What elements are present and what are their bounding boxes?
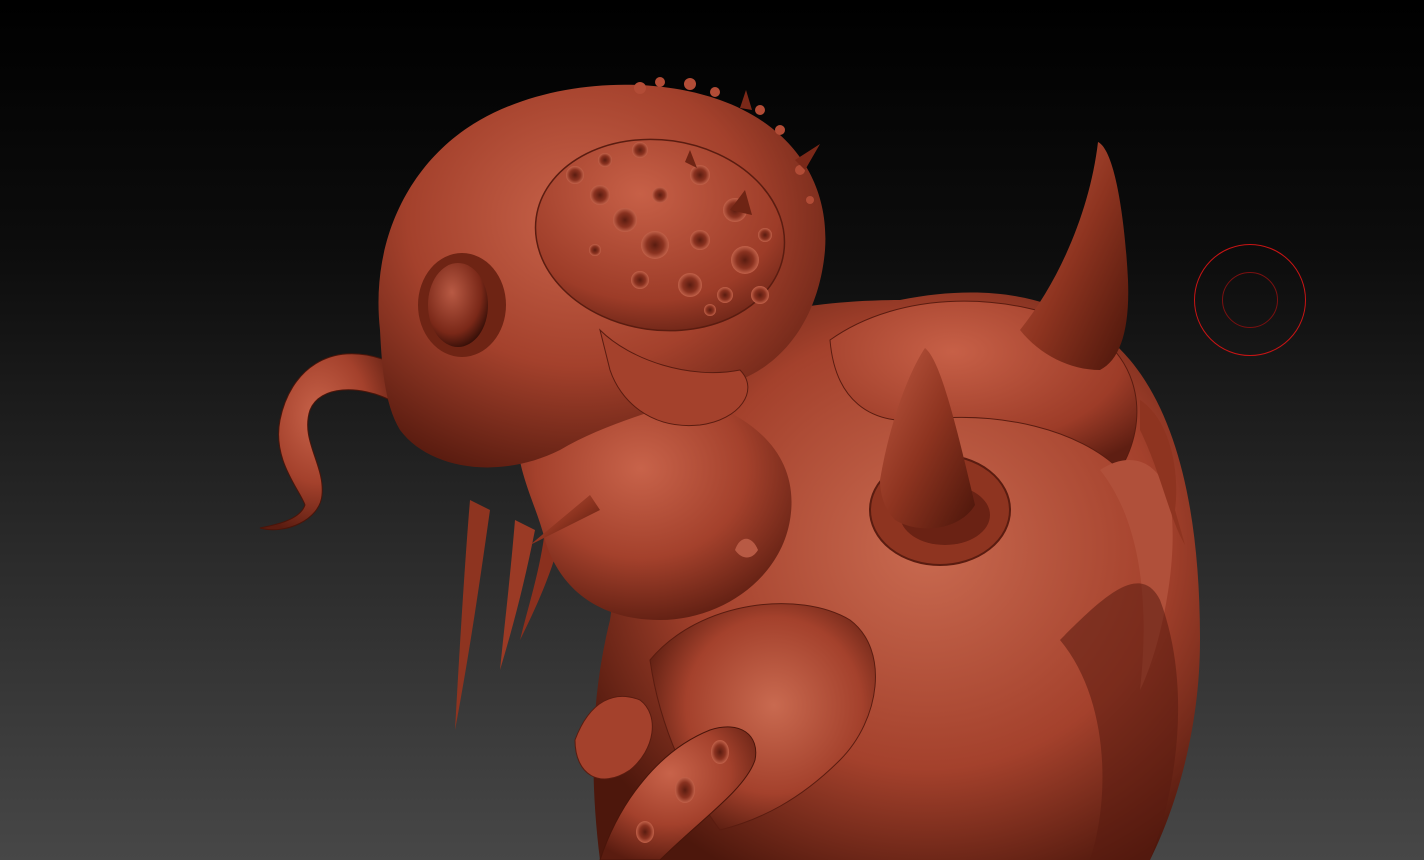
eye-icon [428,263,488,347]
head-spike-3 [740,90,752,110]
tendril-1 [455,500,490,730]
sculpted-creature-model[interactable] [0,0,1424,860]
brush-cursor [1194,244,1306,356]
tendril-2 [500,520,535,670]
tentacle-left [259,353,391,531]
horn-large [1020,142,1129,370]
sculpt-viewport[interactable] [0,0,1424,860]
brush-cursor-inner [1222,272,1278,328]
